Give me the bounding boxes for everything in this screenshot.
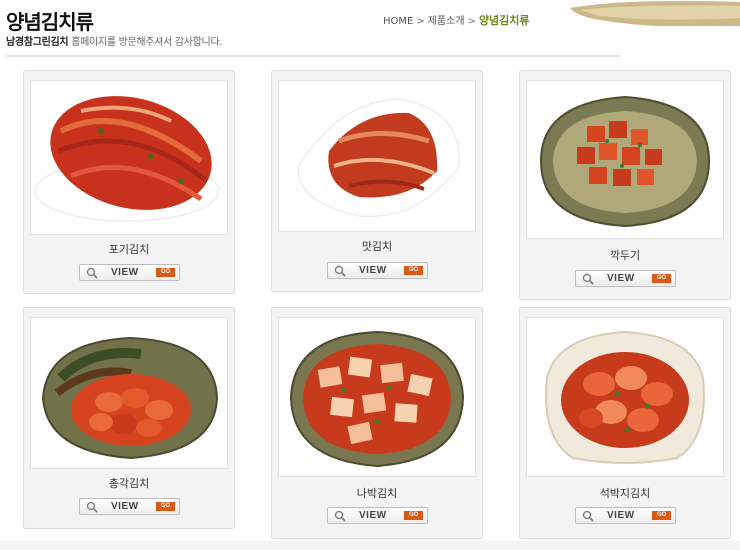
magnifier-icon — [86, 267, 98, 279]
view-label: VIEW — [607, 273, 635, 284]
view-button[interactable]: VIEW GO — [575, 507, 676, 524]
product-card: 나박김치 VIEW GO — [271, 307, 483, 539]
go-badge: GO — [156, 502, 175, 511]
magnifier-icon — [334, 510, 346, 522]
product-name[interactable]: 나박김치 — [272, 485, 482, 501]
product-card: 석박지김치 VIEW GO — [519, 307, 731, 539]
product-name[interactable]: 총각김치 — [24, 475, 234, 491]
product-card: 포기김치 VIEW GO — [23, 70, 235, 294]
go-badge: GO — [156, 268, 175, 277]
breadcrumb: HOME > 제품소개 > 양념김치류 — [383, 12, 530, 28]
view-label: VIEW — [359, 265, 387, 276]
breadcrumb-parent[interactable]: 제품소개 — [428, 16, 465, 27]
breadcrumb-separator: > — [416, 16, 425, 27]
magnifier-icon — [582, 273, 594, 285]
header-decoration-image — [570, 0, 740, 26]
go-badge: GO — [652, 274, 671, 283]
product-image[interactable] — [526, 80, 724, 239]
page-title: 양념김치류 — [6, 10, 94, 34]
page-header: 양념김치류 남경참그린김치 홈페이지를 방문해주셔서 감사합니다. HOME > 제… — [0, 0, 740, 60]
go-badge: GO — [404, 511, 423, 520]
product-name[interactable]: 석박지김치 — [520, 485, 730, 501]
welcome-text: 홈페이지를 방문해주셔서 감사합니다. — [68, 37, 223, 48]
welcome-message: 남경참그린김치 홈페이지를 방문해주셔서 감사합니다. — [6, 33, 223, 48]
product-image[interactable] — [30, 317, 228, 469]
footer-strip — [0, 541, 740, 550]
view-button[interactable]: VIEW GO — [327, 262, 428, 279]
view-label: VIEW — [111, 267, 139, 278]
view-button[interactable]: VIEW GO — [79, 264, 180, 281]
product-image[interactable] — [30, 80, 228, 235]
header-divider — [6, 55, 620, 57]
view-label: VIEW — [607, 510, 635, 521]
go-badge: GO — [652, 511, 671, 520]
view-button[interactable]: VIEW GO — [575, 270, 676, 287]
magnifier-icon — [86, 501, 98, 513]
view-button[interactable]: VIEW GO — [327, 507, 428, 524]
product-image[interactable] — [278, 317, 476, 477]
product-image[interactable] — [278, 80, 476, 232]
product-name[interactable]: 포기김치 — [24, 241, 234, 257]
product-name[interactable]: 깍두기 — [520, 247, 730, 263]
product-name[interactable]: 맛김치 — [272, 238, 482, 254]
magnifier-icon — [334, 265, 346, 277]
view-label: VIEW — [359, 510, 387, 521]
product-image[interactable] — [526, 317, 724, 477]
product-card: 총각김치 VIEW GO — [23, 307, 235, 529]
product-card: 맛김치 VIEW GO — [271, 70, 483, 292]
view-label: VIEW — [111, 501, 139, 512]
breadcrumb-home[interactable]: HOME — [383, 16, 413, 27]
magnifier-icon — [582, 510, 594, 522]
product-card: 깍두기 VIEW GO — [519, 70, 731, 300]
breadcrumb-separator: > — [467, 16, 476, 27]
breadcrumb-current: 양념김치류 — [478, 14, 530, 27]
go-badge: GO — [404, 266, 423, 275]
brand-name: 남경참그린김치 — [6, 37, 69, 48]
view-button[interactable]: VIEW GO — [79, 498, 180, 515]
